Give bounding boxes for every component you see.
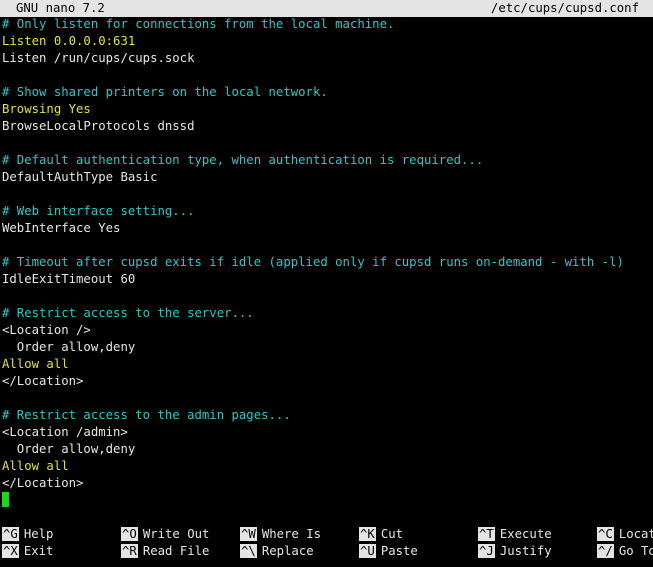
shortcut-key: ^J (478, 544, 495, 558)
config-text: DefaultAuthType Basic (2, 170, 158, 184)
config-text: Allow all (2, 459, 69, 473)
app-name: GNU nano 7.2 (16, 1, 105, 15)
shortcut-label: Justify (499, 544, 552, 558)
shortcut-paste[interactable]: ^U Paste (359, 543, 418, 560)
config-text: </Location> (2, 476, 84, 490)
editor-line[interactable] (2, 67, 653, 84)
editor-line[interactable]: Order allow,deny (2, 441, 653, 458)
config-text: IdleExitTimeout 60 (2, 272, 136, 286)
shortcut-execute[interactable]: ^T Execute (478, 526, 552, 543)
config-text: Listen 0.0.0.0:631 (2, 34, 136, 48)
shortcut-row-1: ^G Help ^O Write Out ^W Where Is ^K Cut ^T Execut… (0, 526, 653, 543)
shortcut-key: ^G (2, 527, 19, 541)
shortcut-label: Replace (261, 544, 314, 558)
comment-text: # Default authentication type, when auth… (2, 153, 484, 167)
shortcut-label: Help (23, 527, 54, 541)
editor-line[interactable]: <Location /admin> (2, 424, 653, 441)
editor-buffer[interactable]: # Only listen for connections from the l… (2, 16, 653, 509)
editor-line[interactable]: # Only listen for connections from the l… (2, 16, 653, 33)
shortcut-label: Write Out (142, 527, 210, 541)
editor-line[interactable] (2, 186, 653, 203)
shortcut-key: ^O (121, 527, 138, 541)
editor-line[interactable]: # Default authentication type, when auth… (2, 152, 653, 169)
config-text: Listen /run/cups/cups.sock (2, 51, 195, 65)
shortcut-label: Exit (23, 544, 54, 558)
shortcut-key: ^X (2, 544, 19, 558)
editor-line[interactable]: # Restrict access to the admin pages... (2, 407, 653, 424)
config-text: Order allow,deny (2, 442, 136, 456)
editor-line[interactable]: DefaultAuthType Basic (2, 169, 653, 186)
editor-line[interactable]: Browsing Yes (2, 101, 653, 118)
shortcut-justify[interactable]: ^J Justify (478, 543, 552, 560)
editor-line[interactable]: WebInterface Yes (2, 220, 653, 237)
shortcut-key: ^K (359, 527, 376, 541)
file-path: /etc/cups/cupsd.conf (490, 1, 639, 15)
editor-line[interactable]: # Restrict access to the server... (2, 305, 653, 322)
editor-line[interactable]: # Web interface setting... (2, 203, 653, 220)
shortcut-key: ^W (240, 527, 257, 541)
shortcut-key: ^T (478, 527, 495, 541)
editor-line[interactable]: </Location> (2, 475, 653, 492)
config-text: <Location /> (2, 323, 91, 337)
shortcut-label: Execute (499, 527, 552, 541)
comment-text: # Timeout after cupsd exits if idle (app… (2, 255, 624, 269)
shortcut-exit[interactable]: ^X Exit (2, 543, 53, 560)
config-text: Browsing Yes (2, 102, 91, 116)
editor-line[interactable]: BrowseLocalProtocols dnssd (2, 118, 653, 135)
shortcut-go-to-line[interactable]: ^/ Go To Line (597, 543, 653, 560)
shortcut-read-file[interactable]: ^R Read File (121, 543, 209, 560)
shortcut-label: Go To Line (618, 544, 653, 558)
editor-line[interactable]: <Location /> (2, 322, 653, 339)
shortcut-key: ^R (121, 544, 138, 558)
editor-line[interactable] (2, 135, 653, 152)
comment-text: # Restrict access to the server... (2, 306, 254, 320)
editor-line[interactable]: IdleExitTimeout 60 (2, 271, 653, 288)
config-text: BrowseLocalProtocols dnssd (2, 119, 195, 133)
editor-line[interactable]: Allow all (2, 458, 653, 475)
shortcut-label: Location (618, 527, 653, 541)
config-text: Allow all (2, 357, 69, 371)
shortcut-row-2: ^X Exit ^R Read File ^\ Replace ^U Paste ^J Justi… (0, 543, 653, 560)
shortcut-bar: ^G Help ^O Write Out ^W Where Is ^K Cut ^T Execut… (0, 526, 653, 560)
editor-line[interactable] (2, 288, 653, 305)
text-cursor (2, 492, 9, 507)
config-text: <Location /admin> (2, 425, 128, 439)
editor-line[interactable]: # Show shared printers on the local netw… (2, 84, 653, 101)
shortcut-key: ^U (359, 544, 376, 558)
config-text: WebInterface Yes (2, 221, 121, 235)
shortcut-key: ^/ (597, 544, 614, 558)
shortcut-help[interactable]: ^G Help (2, 526, 53, 543)
editor-line[interactable]: # Timeout after cupsd exits if idle (app… (2, 254, 653, 271)
comment-text: # Show shared printers on the local netw… (2, 85, 328, 99)
shortcut-cut[interactable]: ^K Cut (359, 526, 403, 543)
editor-line[interactable]: </Location> (2, 373, 653, 390)
comment-text: # Restrict access to the admin pages... (2, 408, 291, 422)
editor-line[interactable]: Listen /run/cups/cups.sock (2, 50, 653, 67)
comment-text: # Web interface setting... (2, 204, 195, 218)
config-text: Order allow,deny (2, 340, 136, 354)
editor-line[interactable]: Allow all (2, 356, 653, 373)
shortcut-write-out[interactable]: ^O Write Out (121, 526, 209, 543)
editor-line[interactable] (2, 390, 653, 407)
shortcut-key: ^\ (240, 544, 257, 558)
editor-line[interactable] (2, 492, 653, 509)
comment-text: # Only listen for connections from the l… (2, 17, 395, 31)
config-text: </Location> (2, 374, 84, 388)
editor-line[interactable] (2, 237, 653, 254)
shortcut-location[interactable]: ^C Location (597, 526, 653, 543)
shortcut-label: Cut (380, 527, 404, 541)
shortcut-label: Read File (142, 544, 210, 558)
shortcut-key: ^C (597, 527, 614, 541)
shortcut-label: Where Is (261, 527, 322, 541)
editor-line[interactable]: Order allow,deny (2, 339, 653, 356)
shortcut-label: Paste (380, 544, 418, 558)
editor-line[interactable]: Listen 0.0.0.0:631 (2, 33, 653, 50)
shortcut-replace[interactable]: ^\ Replace (240, 543, 314, 560)
shortcut-where-is[interactable]: ^W Where Is (240, 526, 321, 543)
title-bar: GNU nano 7.2 /etc/cups/cupsd.conf (0, 0, 653, 17)
